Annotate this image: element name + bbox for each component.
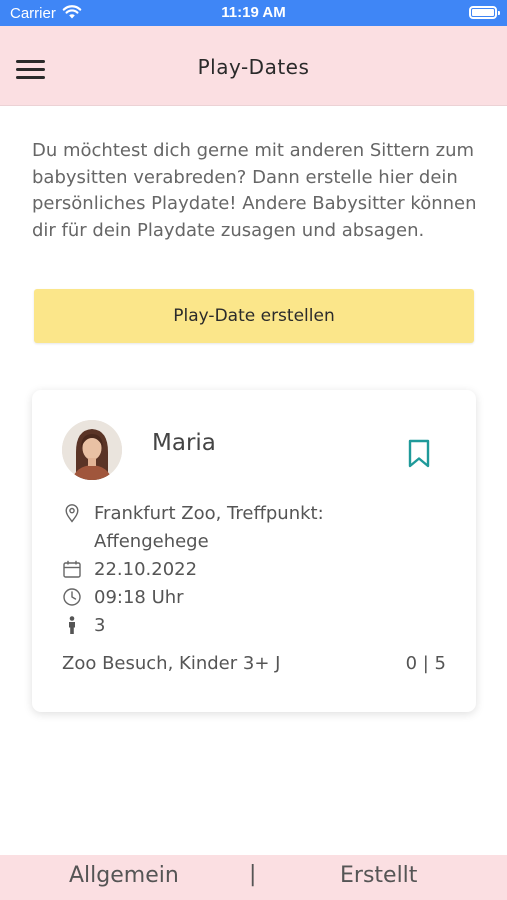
page-title: Play-Dates <box>197 55 310 79</box>
host-name: Maria <box>152 430 216 456</box>
clock-time: 11:19 AM <box>221 4 286 21</box>
children-count: 3 <box>94 615 106 636</box>
tab-erstellt[interactable]: Erstellt <box>340 863 417 888</box>
create-playdate-button[interactable]: Play-Date erstellen <box>34 289 474 343</box>
playdate-card[interactable]: Maria Frankfurt Zoo, Treffpunkt: Affenge… <box>32 390 476 712</box>
calendar-icon <box>63 560 81 578</box>
battery-icon <box>469 6 500 19</box>
header: Play-Dates <box>0 26 507 106</box>
tab-bar: Allgemein | Erstellt <box>0 855 507 900</box>
avatar <box>62 420 122 480</box>
location-pin-icon <box>65 504 79 523</box>
clock-icon <box>63 588 81 606</box>
location-text: Frankfurt Zoo, Treffpunkt: Affengehege <box>94 503 324 552</box>
bookmark-icon[interactable] <box>406 438 432 470</box>
participant-count: 0 | 5 <box>405 653 446 674</box>
tab-separator: | <box>249 862 257 887</box>
date-text: 22.10.2022 <box>94 559 198 580</box>
time-text: 09:18 Uhr <box>94 587 184 608</box>
intro-text: Du möchtest dich gerne mit anderen Sitte… <box>32 140 477 242</box>
person-icon <box>69 616 75 634</box>
tab-allgemein[interactable]: Allgemein <box>69 863 179 888</box>
status-bar: Carrier 11:19 AM <box>0 0 507 26</box>
playdate-description: Zoo Besuch, Kinder 3+ J <box>62 653 281 674</box>
